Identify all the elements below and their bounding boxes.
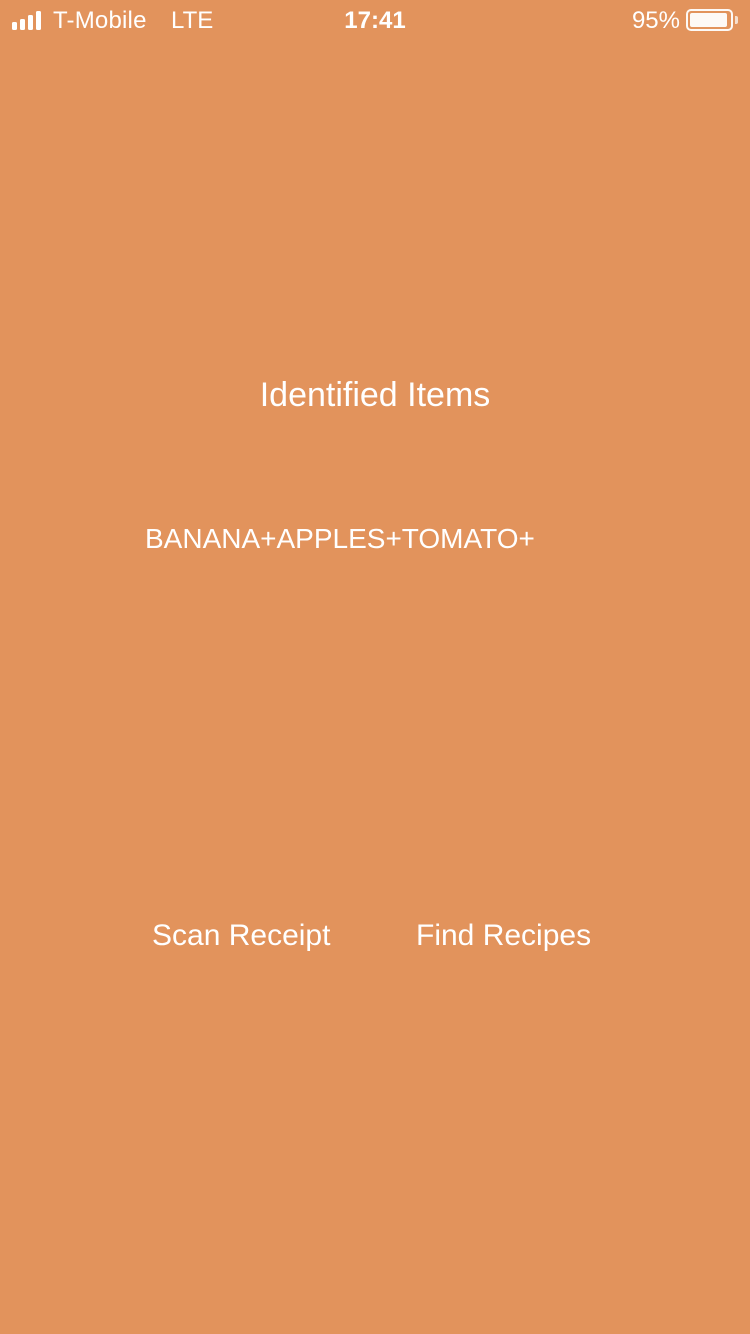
scan-receipt-button[interactable]: Scan Receipt (152, 917, 330, 955)
page-title: Identified Items (259, 376, 491, 414)
find-recipes-button[interactable]: Find Recipes (416, 917, 591, 955)
battery-icon (686, 9, 733, 31)
battery-tip (735, 16, 738, 24)
status-bar: T-Mobile LTE 17:41 95% (0, 0, 750, 40)
battery-fill (690, 13, 728, 27)
identified-items-text: BANANA+APPLES+TOMATO+ (145, 523, 535, 554)
battery-percentage: 95% (631, 7, 680, 34)
